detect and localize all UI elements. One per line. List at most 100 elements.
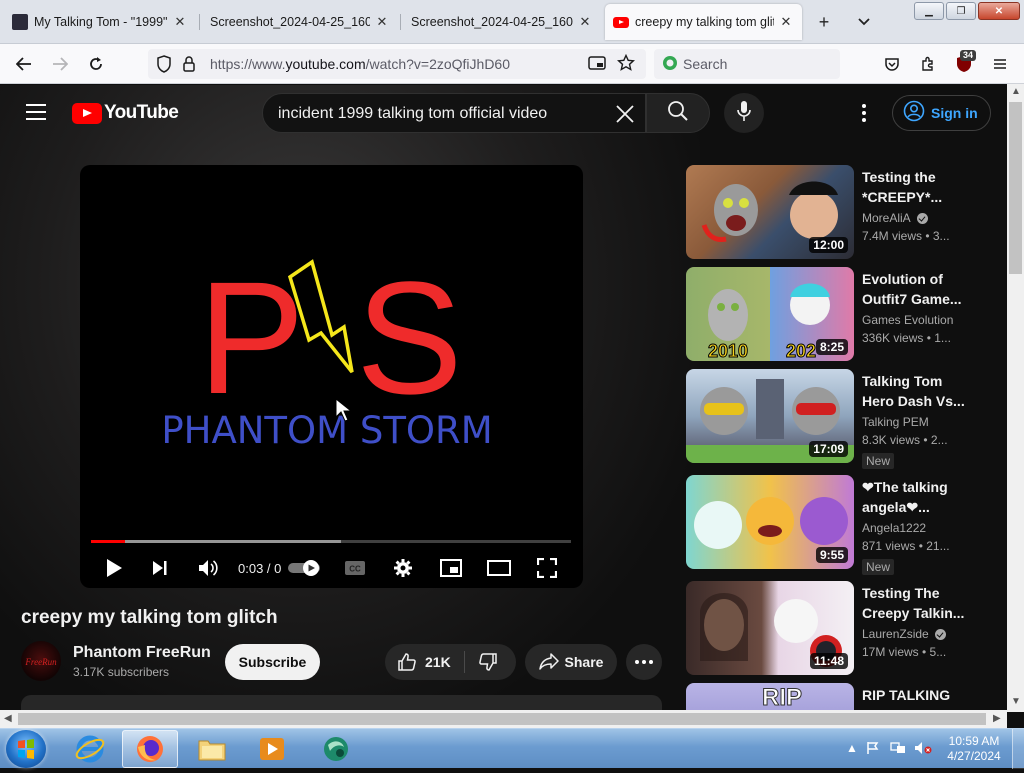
recommendation-thumbnail[interactable]: 12:00 xyxy=(686,165,854,259)
recommendation-item[interactable]: RIP RIP TALKING TOM HP TO... xyxy=(686,683,986,711)
recommendation-title[interactable]: Testing the *CREEPY*... xyxy=(862,167,972,207)
sign-in-button[interactable]: Sign in xyxy=(892,95,991,131)
miniplayer-icon[interactable] xyxy=(437,555,465,581)
picture-in-picture-icon[interactable] xyxy=(588,55,606,76)
recommendation-title[interactable]: Testing The Creepy Talkin... xyxy=(862,583,972,623)
recommendation-thumbnail[interactable]: 11:48 xyxy=(686,581,854,675)
show-desktop-button[interactable] xyxy=(1012,729,1024,769)
search-placeholder: Search xyxy=(683,56,728,72)
extensions-puzzle-icon[interactable] xyxy=(914,50,942,78)
vertical-scrollbar[interactable]: ▲ ▼ xyxy=(1007,84,1024,712)
tab-close-icon[interactable]: ✕ xyxy=(577,14,593,30)
system-clock[interactable]: 10:59 AM 4/27/2024 xyxy=(944,734,1004,764)
media-player-taskbar-icon[interactable] xyxy=(244,730,300,768)
scroll-down-arrow-icon[interactable]: ▼ xyxy=(1011,696,1021,707)
youtube-search-button[interactable] xyxy=(646,93,710,133)
subscriber-count: 3.17K subscribers xyxy=(73,665,170,679)
description-box[interactable] xyxy=(21,695,662,711)
recommendation-thumbnail[interactable]: 9:55 xyxy=(686,475,854,569)
browser-search-field[interactable]: Search xyxy=(654,49,840,79)
address-bar[interactable]: https://www.youtube.com/watch?v=2zoQfiJh… xyxy=(148,49,646,79)
volume-muted-icon[interactable] xyxy=(914,741,932,758)
channel-avatar[interactable]: FreeRun xyxy=(21,641,61,681)
recommendation-title[interactable]: Evolution of Outfit7 Game... xyxy=(862,269,972,309)
minimize-button[interactable]: ▁ xyxy=(914,2,944,20)
recommendation-thumbnail[interactable]: 17:09 xyxy=(686,369,854,463)
more-actions-button[interactable] xyxy=(626,644,662,680)
recommendation-item[interactable]: 11:48 Testing The Creepy Talkin... Laure… xyxy=(686,581,986,675)
autoplay-toggle[interactable] xyxy=(286,555,322,581)
channel-name[interactable]: Phantom FreeRun xyxy=(73,644,211,662)
list-all-tabs-chevron-icon[interactable] xyxy=(850,8,878,36)
recommendation-item[interactable]: 2010 202 8:25 Evolution of Outfit7 Game.… xyxy=(686,267,986,361)
play-button[interactable] xyxy=(100,555,128,581)
tab-close-icon[interactable]: ✕ xyxy=(374,14,390,30)
subtitles-cc-icon[interactable]: CC xyxy=(341,555,369,581)
recommendation-thumbnail[interactable]: 2010 202 8:25 xyxy=(686,267,854,361)
horizontal-scrollbar[interactable]: ◀ ▶ xyxy=(0,710,1007,728)
tab-title: Screenshot_2024-04-25_160234 xyxy=(210,15,370,29)
volume-icon[interactable] xyxy=(194,555,222,581)
youtube-search-input[interactable]: incident 1999 talking tom official video xyxy=(262,93,646,133)
file-explorer-taskbar-icon[interactable] xyxy=(184,730,240,768)
theater-mode-icon[interactable] xyxy=(485,555,513,581)
start-button[interactable] xyxy=(6,730,46,768)
reload-icon[interactable] xyxy=(82,50,110,78)
tab-close-icon[interactable]: ✕ xyxy=(172,14,188,30)
maximize-button[interactable]: ❐ xyxy=(946,2,976,20)
recommendation-item[interactable]: 17:09 Talking Tom Hero Dash Vs... Talkin… xyxy=(686,369,986,469)
recommendation-item[interactable]: 9:55 ❤The talking angela❤... Angela1222 … xyxy=(686,475,986,575)
next-video-icon[interactable] xyxy=(146,555,174,581)
tab-screenshot-2[interactable]: Screenshot_2024-04-25_160234 ✕ xyxy=(403,4,601,40)
bookmark-star-icon[interactable] xyxy=(616,53,636,77)
recommendation-meta: 871 views • 21... xyxy=(862,539,950,553)
tab-my-talking-tom[interactable]: My Talking Tom - "1999" | ✕ xyxy=(4,4,196,40)
action-center-flag-icon[interactable] xyxy=(866,741,880,758)
voice-search-button[interactable] xyxy=(724,93,764,133)
new-tab-plus-icon[interactable]: + xyxy=(810,8,838,36)
guide-menu-icon[interactable] xyxy=(24,101,48,125)
clear-search-icon[interactable] xyxy=(611,100,639,128)
recommendation-title[interactable]: ❤The talking angela❤... xyxy=(862,477,972,517)
share-button[interactable]: Share xyxy=(525,644,617,680)
scroll-right-arrow-icon[interactable]: ▶ xyxy=(993,713,1001,724)
tab-close-icon[interactable]: ✕ xyxy=(778,14,794,30)
network-icon[interactable] xyxy=(890,741,906,758)
show-hidden-icons-arrow-icon[interactable]: ▲ xyxy=(846,741,858,755)
horizontal-scroll-thumb[interactable] xyxy=(18,713,986,725)
channel-name: MoreAliA xyxy=(862,211,911,225)
scroll-left-arrow-icon[interactable]: ◀ xyxy=(4,713,12,724)
recommendation-title[interactable]: Talking Tom Hero Dash Vs... xyxy=(862,371,972,411)
recommendation-title[interactable]: RIP TALKING TOM HP TO... xyxy=(862,685,972,711)
logo-subtitle: PHANTOM STORM xyxy=(161,409,492,452)
pocket-icon[interactable] xyxy=(878,50,906,78)
tracking-protection-shield-icon[interactable] xyxy=(156,55,172,78)
tab-creepy-my-talking-tom-glitch[interactable]: creepy my talking tom glitch ✕ xyxy=(605,4,802,40)
dislike-thumb-down-icon[interactable] xyxy=(478,652,498,677)
settings-gear-icon[interactable] xyxy=(389,555,417,581)
browser-tab-strip: My Talking Tom - "1999" | ✕ Screenshot_2… xyxy=(0,0,1024,44)
tab-screenshot-1[interactable]: Screenshot_2024-04-25_160234 ✕ xyxy=(202,4,398,40)
video-player[interactable]: P S PHANTOM STORM 0:03 / 0 CC xyxy=(80,165,583,588)
svg-text:2010: 2010 xyxy=(708,341,748,361)
recommendation-thumbnail[interactable]: RIP xyxy=(686,683,854,711)
progress-bar[interactable] xyxy=(91,540,571,543)
like-count[interactable]: 21K xyxy=(425,654,451,670)
app-menu-hamburger-icon[interactable] xyxy=(986,50,1014,78)
subscribe-button[interactable]: Subscribe xyxy=(225,644,320,680)
internet-explorer-taskbar-icon[interactable] xyxy=(62,730,118,768)
close-window-button[interactable]: ✕ xyxy=(978,2,1020,20)
app-globe-taskbar-icon[interactable] xyxy=(308,730,364,768)
firefox-taskbar-icon[interactable] xyxy=(122,730,178,768)
channel-name: Talking PEM xyxy=(862,415,929,429)
scroll-up-arrow-icon[interactable]: ▲ xyxy=(1011,86,1021,97)
youtube-logo[interactable]: YouTube xyxy=(72,102,179,124)
settings-more-icon[interactable] xyxy=(852,101,876,125)
recommendation-item[interactable]: 12:00 Testing the *CREEPY*... MoreAliA 7… xyxy=(686,165,986,259)
vertical-scroll-thumb[interactable] xyxy=(1009,102,1022,274)
fullscreen-icon[interactable] xyxy=(533,555,561,581)
lock-icon[interactable] xyxy=(182,55,196,78)
like-thumb-up-icon[interactable] xyxy=(397,652,417,677)
forward-arrow-icon[interactable] xyxy=(46,50,74,78)
back-arrow-icon[interactable] xyxy=(10,50,38,78)
